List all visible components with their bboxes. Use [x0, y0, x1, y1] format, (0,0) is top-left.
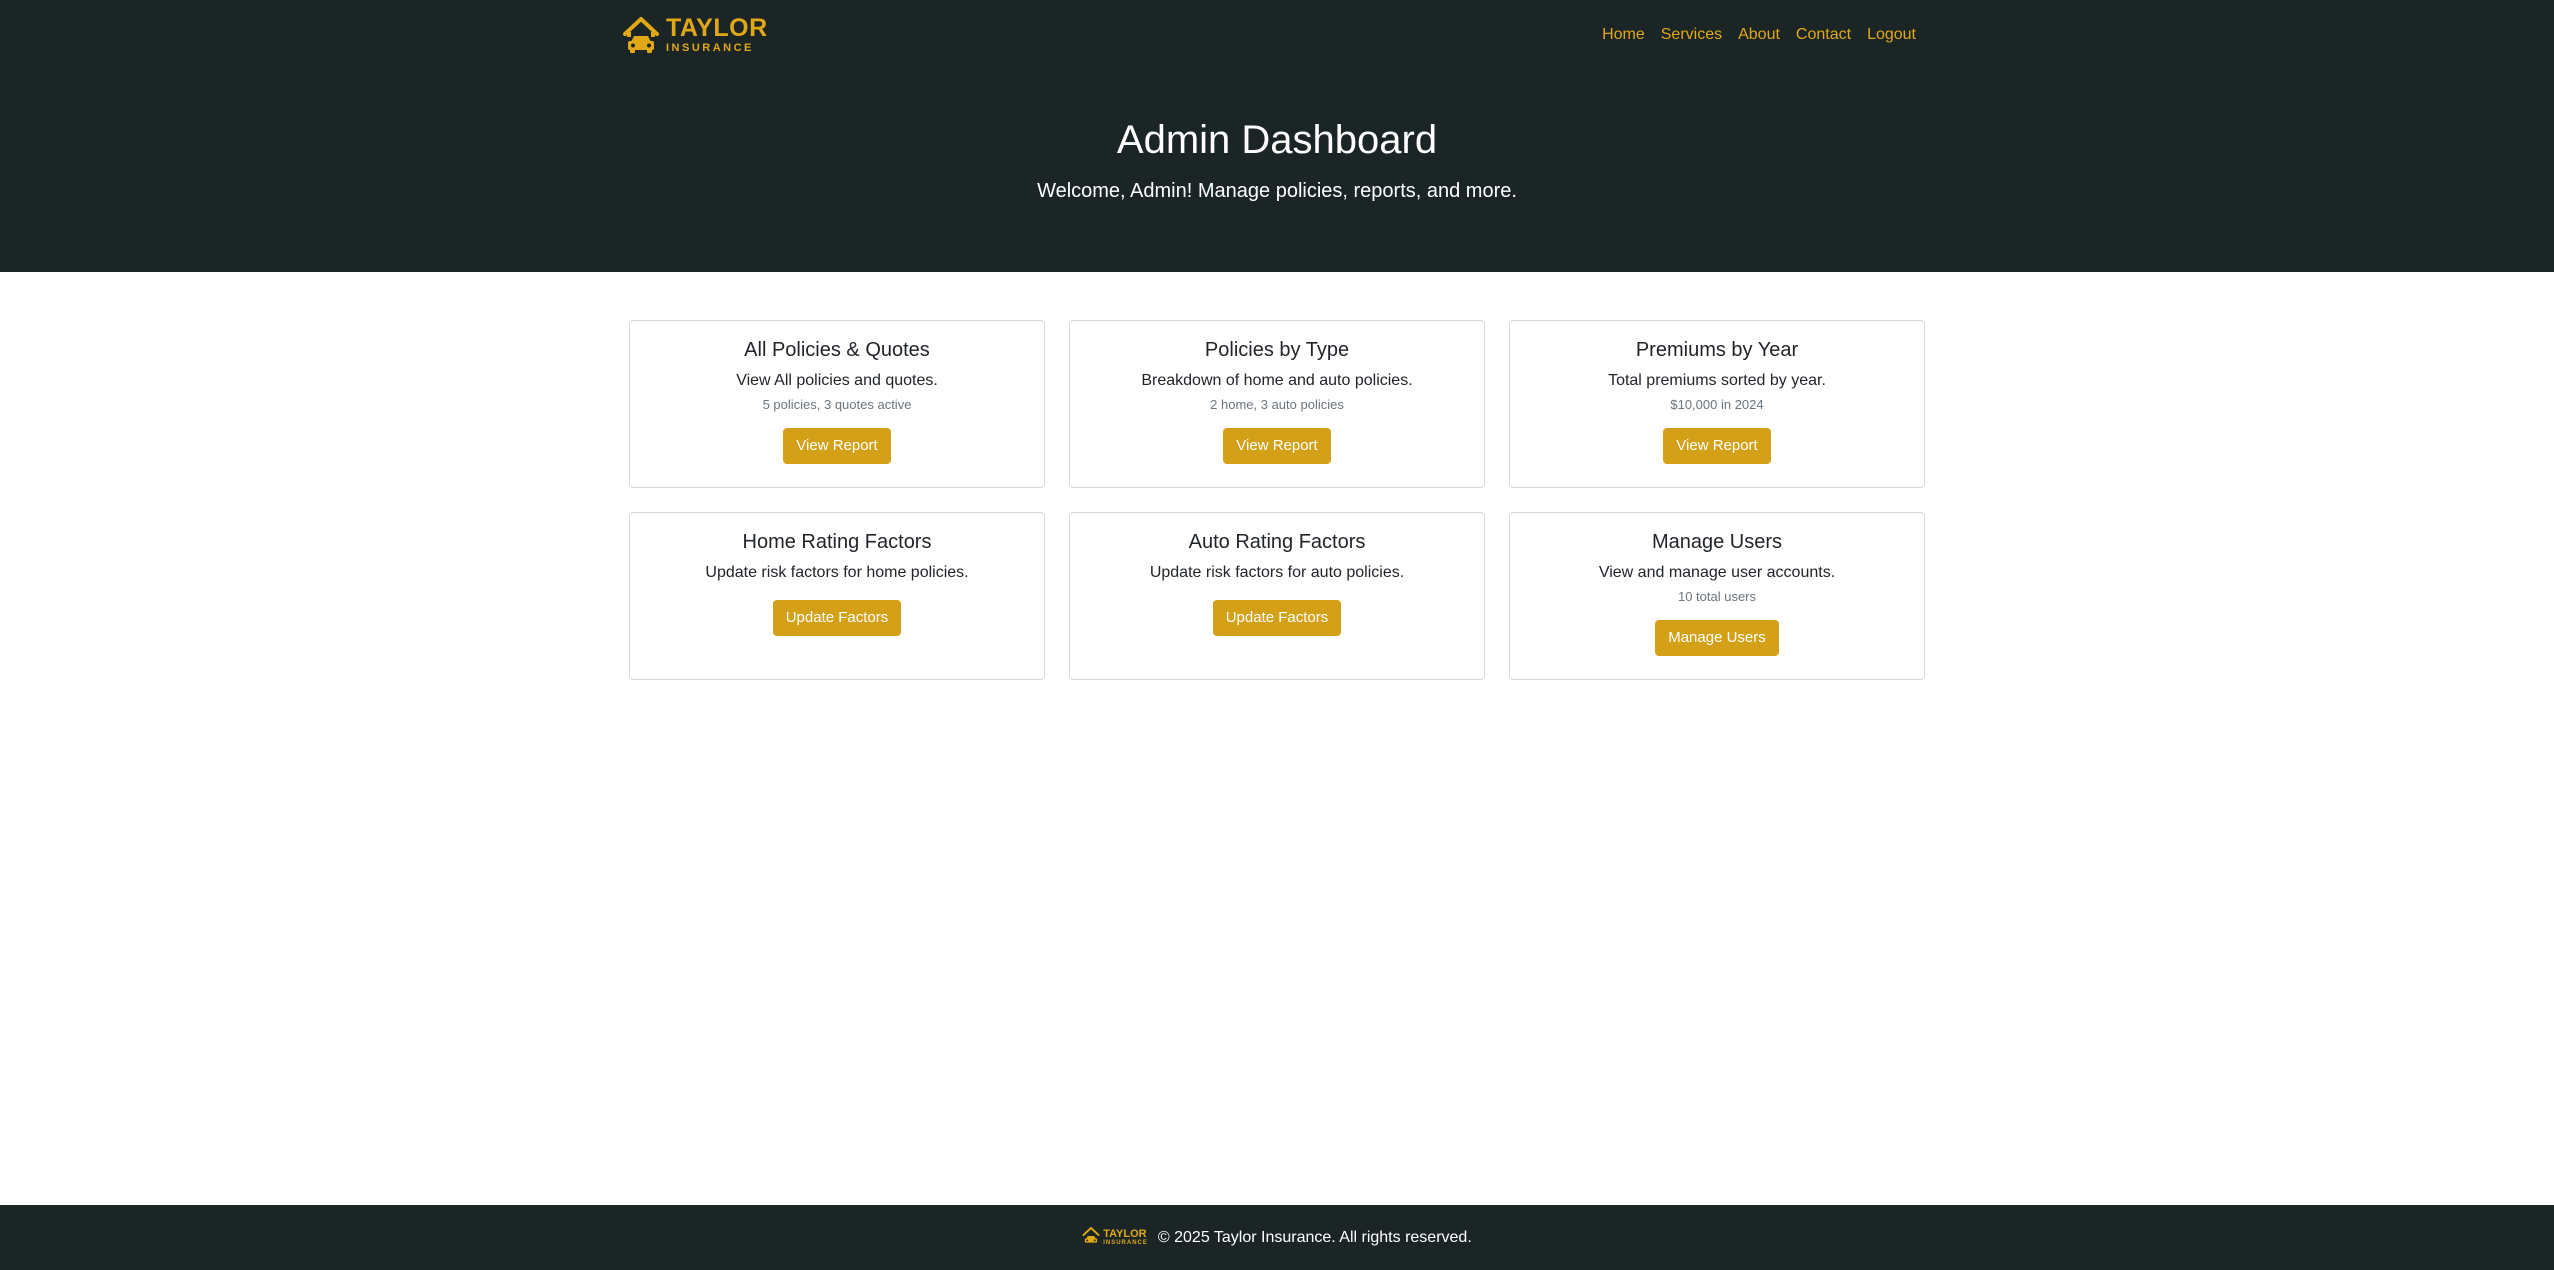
nav-services-link[interactable]: Services: [1661, 26, 1722, 44]
navbar: TAYLOR INSURANCE Home Services About Con…: [622, 0, 1920, 70]
card-meta: $10,000 in 2024: [1670, 397, 1764, 412]
card-auto-rating-factors: Auto Rating Factors Update risk factors …: [1069, 512, 1485, 680]
view-report-button[interactable]: View Report: [1223, 428, 1331, 464]
welcome-subtitle: Welcome, Admin! Manage policies, reports…: [1037, 180, 1517, 202]
card-meta: 10 total users: [1677, 589, 1757, 604]
copyright-text: © 2025 Taylor Insurance. All rights rese…: [1157, 1228, 1472, 1246]
card-title: Home Rating Factors: [742, 531, 932, 553]
nav-home-link[interactable]: Home: [1602, 26, 1645, 44]
view-report-button[interactable]: View Report: [1663, 428, 1771, 464]
footer-brand-name: TAYLOR INSURANCE: [1103, 1228, 1148, 1247]
card-meta: 5 policies, 3 quotes active: [762, 397, 912, 412]
view-report-button[interactable]: View Report: [783, 428, 891, 464]
card-premiums-by-year: Premiums by Year Total premiums sorted b…: [1509, 320, 1925, 488]
card-title: Policies by Type: [1204, 339, 1350, 361]
nav-logout-link[interactable]: Logout: [1867, 26, 1916, 44]
card-title: All Policies & Quotes: [744, 339, 930, 361]
card-manage-users: Manage Users View and manage user accoun…: [1509, 512, 1925, 680]
house-car-icon: [1082, 1226, 1100, 1250]
brand-logo-link[interactable]: TAYLOR INSURANCE: [622, 15, 768, 55]
card-policies-by-type: Policies by Type Breakdown of home and a…: [1069, 320, 1485, 488]
page-title: Admin Dashboard: [1116, 118, 1438, 162]
footer-brand-line2: INSURANCE: [1103, 1240, 1148, 1246]
card-description: View All policies and quotes.: [736, 372, 938, 389]
card-description: View and manage user accounts.: [1598, 564, 1836, 581]
brand-line2: INSURANCE: [666, 42, 754, 54]
page-footer: TAYLOR INSURANCE © 2025 Taylor Insurance…: [0, 1205, 2554, 1270]
card-description: Update risk factors for home policies.: [705, 564, 969, 581]
footer-logo: TAYLOR INSURANCE: [1082, 1226, 1148, 1250]
nav-about-link[interactable]: About: [1738, 26, 1780, 44]
page-header: TAYLOR INSURANCE Home Services About Con…: [0, 0, 2554, 272]
card-description: Total premiums sorted by year.: [1608, 372, 1826, 389]
card-title: Premiums by Year: [1635, 339, 1799, 361]
manage-users-button[interactable]: Manage Users: [1655, 620, 1779, 656]
card-home-rating-factors: Home Rating Factors Update risk factors …: [629, 512, 1045, 680]
nav-contact-link[interactable]: Contact: [1796, 26, 1851, 44]
house-car-icon: [622, 15, 660, 55]
update-auto-factors-button[interactable]: Update Factors: [1212, 600, 1342, 636]
update-home-factors-button[interactable]: Update Factors: [772, 600, 902, 636]
card-description: Breakdown of home and auto policies.: [1141, 372, 1413, 389]
card-title: Auto Rating Factors: [1188, 531, 1366, 553]
brand-name: TAYLOR INSURANCE: [666, 16, 768, 54]
nav-links: Home Services About Contact Logout: [1602, 26, 1916, 44]
card-all-policies-quotes: All Policies & Quotes View All policies …: [629, 320, 1045, 488]
brand-line1: TAYLOR: [666, 14, 768, 42]
footer-brand-line1: TAYLOR: [1103, 1228, 1147, 1240]
card-meta: 2 home, 3 auto policies: [1210, 397, 1344, 412]
card-title: Manage Users: [1651, 531, 1783, 553]
card-description: Update risk factors for auto policies.: [1149, 564, 1405, 581]
